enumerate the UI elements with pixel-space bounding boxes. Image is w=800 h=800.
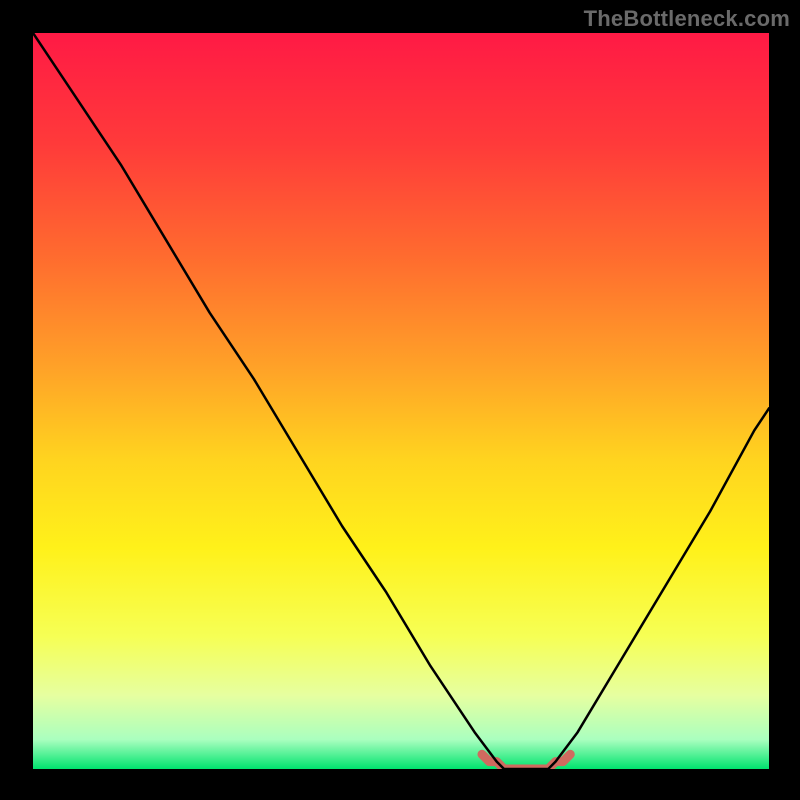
gradient-background	[33, 33, 769, 769]
chart-frame: TheBottleneck.com	[0, 0, 800, 800]
plot-svg	[33, 33, 769, 769]
watermark-text: TheBottleneck.com	[584, 6, 790, 32]
plot-area	[33, 33, 769, 769]
